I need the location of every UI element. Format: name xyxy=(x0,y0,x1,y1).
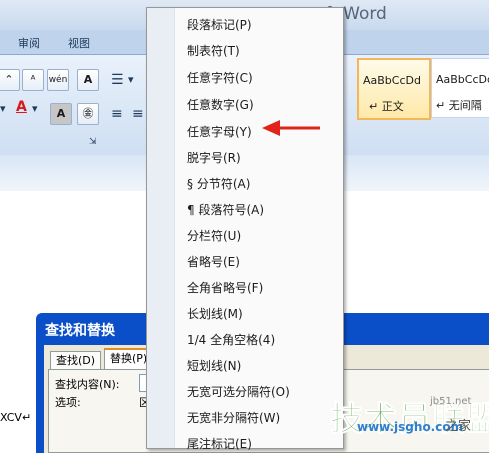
options-label: 选项: xyxy=(55,396,81,409)
menu-item-quarter-space[interactable]: 1/4 全角空格(4) xyxy=(187,331,275,348)
bullets-dropdown-icon[interactable]: ▾ xyxy=(128,73,134,86)
watermark-side: jb51.net xyxy=(430,396,472,407)
menu-item-caret[interactable]: 脱字号(R) xyxy=(187,149,241,166)
char-border-button[interactable]: A xyxy=(77,69,99,91)
font-color-button[interactable]: A xyxy=(16,99,27,115)
menu-item-zero-width-optional[interactable]: 无宽可选分隔符(O) xyxy=(187,383,290,400)
grow-font-button[interactable]: ⌃ xyxy=(0,69,20,91)
menu-item-section-break[interactable]: § 分节符(A) xyxy=(187,175,250,192)
style-sample: AaBbCcDd xyxy=(363,74,421,87)
menu-item-ellipsis[interactable]: 省略号(E) xyxy=(187,253,240,270)
enclose-char-button[interactable]: ㊎ xyxy=(77,103,99,125)
dialog-title: 查找和替换 xyxy=(45,323,115,339)
menu-item-paragraph-mark[interactable]: 段落标记(P) xyxy=(187,16,252,33)
menu-item-any-letter[interactable]: 任意字母(Y) xyxy=(187,123,252,140)
menu-item-endnote-mark[interactable]: 尾注标记(E) xyxy=(187,435,252,452)
font-color-dropdown-icon[interactable]: ▾ xyxy=(32,102,38,115)
menu-item-en-dash[interactable]: 短划线(N) xyxy=(187,357,241,374)
highlight-dropdown-icon[interactable]: ▾ xyxy=(0,102,6,115)
watermark-sub: 之家 xyxy=(445,419,472,434)
style-normal[interactable]: AaBbCcDd ↵ 正文 xyxy=(357,58,431,120)
phonetic-guide-button[interactable]: wén xyxy=(47,69,69,91)
align-center-icon[interactable]: ≡ xyxy=(132,106,144,122)
annotation-arrow-icon xyxy=(262,120,320,136)
bullets-icon[interactable]: ☰ xyxy=(111,72,124,88)
char-shading-button[interactable]: A xyxy=(50,103,72,125)
font-dialog-launcher-icon[interactable]: ⇲ xyxy=(89,137,97,147)
menu-item-column-break[interactable]: 分栏符(U) xyxy=(187,227,241,244)
menu-item-fullwidth-ellipsis[interactable]: 全角省略号(F) xyxy=(187,279,263,296)
tab-find[interactable]: 查找(D) xyxy=(50,351,102,371)
style-name: ↵ 正文 xyxy=(369,100,404,113)
menu-item-paragraph-symbol[interactable]: ¶ 段落符号(A) xyxy=(187,201,264,218)
menu-item-tab[interactable]: 制表符(T) xyxy=(187,42,240,59)
tab-review[interactable]: 审阅 xyxy=(18,35,40,51)
align-left-icon[interactable]: ≡ xyxy=(111,106,123,122)
clear-format-button[interactable]: ᴬ xyxy=(22,69,44,91)
menu-item-zero-width-nonbreak[interactable]: 无宽非分隔符(W) xyxy=(187,409,280,426)
menu-item-em-dash[interactable]: 长划线(M) xyxy=(187,305,243,322)
menu-gutter xyxy=(147,8,175,448)
menu-item-any-char[interactable]: 任意字符(C) xyxy=(187,69,253,86)
style-no-spacing[interactable]: AaBbCcDd ↵ 无间隔 xyxy=(431,58,489,118)
document-text: XCV↵ xyxy=(0,411,32,424)
style-name: ↵ 无间隔 xyxy=(436,99,482,112)
menu-item-any-digit[interactable]: 任意数字(G) xyxy=(187,96,254,113)
style-sample: AaBbCcDd xyxy=(436,73,489,86)
special-char-menu: 段落标记(P) 制表符(T) 任意字符(C) 任意数字(G) 任意字母(Y) 脱… xyxy=(146,7,344,452)
tab-view[interactable]: 视图 xyxy=(68,35,90,51)
find-label: 查找内容(N): xyxy=(55,378,120,391)
